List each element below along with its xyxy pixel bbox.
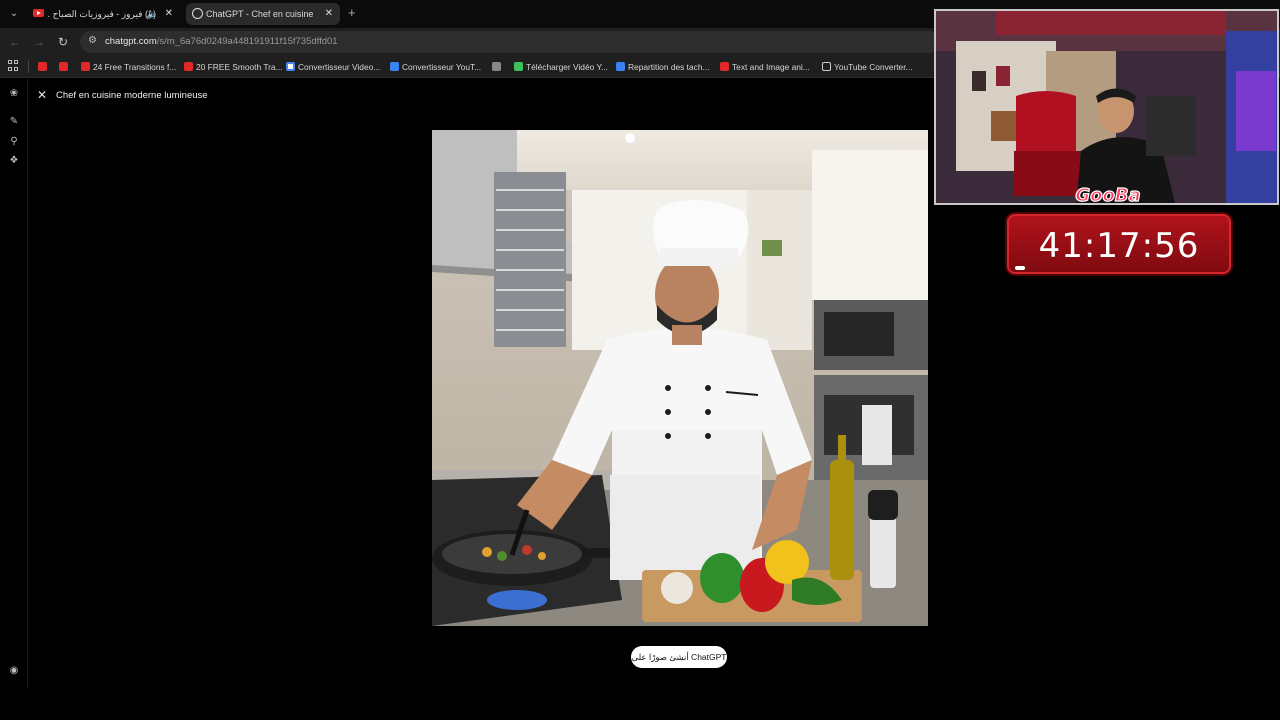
channel-logo: GooBa <box>1075 185 1140 205</box>
docs-icon <box>616 62 625 71</box>
bookmark-item[interactable]: 20 FREE Smooth Tra... <box>184 59 283 75</box>
youtube-icon <box>184 62 193 71</box>
streamer-room-illustration: GooBa <box>936 11 1277 205</box>
youtube-icon <box>720 62 729 71</box>
chatgpt-icon <box>192 8 203 19</box>
google-icon <box>286 62 295 71</box>
clock-icon <box>822 62 831 71</box>
close-viewer-icon[interactable]: ✕ <box>35 88 49 102</box>
divider <box>28 60 29 73</box>
bookmark-item[interactable]: YouTube Converter... <box>822 59 913 75</box>
bookmark-item[interactable] <box>492 59 504 75</box>
webcam-overlay: GooBa <box>934 9 1279 205</box>
image-title: Chef en cuisine moderne lumineuse <box>56 90 208 101</box>
tab-youtube[interactable]: (1) فيروز - فيروزيات الصباح ... 🔈 ✕ <box>28 3 180 25</box>
url-host: chatgpt.com <box>105 36 157 47</box>
bookmark-item[interactable]: Télécharger Vidéo Y... <box>514 59 608 75</box>
new-chat-icon[interactable]: ✎ <box>8 116 20 128</box>
bookmark-label: 20 FREE Smooth Tra... <box>196 62 283 72</box>
chatgpt-sidebar-rail: ❀ ✎ ⚲ ❖ ◉ <box>0 79 28 689</box>
youtube-icon <box>81 62 90 71</box>
create-images-button[interactable]: أنشئ صورًا على ChatGPT <box>631 646 727 668</box>
bookmark-label: YouTube Converter... <box>834 62 913 72</box>
url-text[interactable]: chatgpt.com/s/m_6a76d0249a448191911f15f7… <box>105 36 338 47</box>
tab-search-chevron-icon[interactable]: ⌄ <box>6 6 22 22</box>
bookmark-item[interactable] <box>38 59 50 75</box>
youtube-icon <box>38 62 47 71</box>
search-icon[interactable]: ⚲ <box>8 136 20 148</box>
tab-title: (1) فيروز - فيروزيات الصباح ... <box>48 9 156 19</box>
site-info-icon[interactable]: ⚙ <box>88 35 100 49</box>
generated-image <box>432 130 928 626</box>
tab-title: ChatGPT - Chef en cuisine mod <box>206 9 314 19</box>
timer-progress <box>1015 266 1025 270</box>
bookmark-item[interactable]: Convertisseur YouT... <box>390 59 481 75</box>
timer-value: 41:17:56 <box>1038 226 1200 266</box>
bookmark-label: 24 Free Transitions f... <box>93 62 177 72</box>
bookmark-item[interactable] <box>59 59 71 75</box>
account-avatar-icon[interactable]: ◉ <box>8 665 20 677</box>
new-tab-button[interactable]: + <box>348 5 356 20</box>
converter-icon <box>390 62 399 71</box>
forward-arrow-icon[interactable]: → <box>31 34 47 50</box>
bookmark-item[interactable]: 24 Free Transitions f... <box>81 59 176 75</box>
reload-icon[interactable]: ↻ <box>55 34 71 50</box>
url-path: /s/m_6a76d0249a448191911f15f735dffd01 <box>156 36 338 47</box>
bookmark-label: Convertisseur YouT... <box>402 62 482 72</box>
close-tab-icon[interactable]: ✕ <box>165 3 173 25</box>
stream-timer: 41:17:56 <box>1005 212 1233 276</box>
download-icon <box>514 62 523 71</box>
speaker-icon[interactable]: 🔈 <box>147 3 158 25</box>
bookmark-label: Text and Image ani... <box>732 62 810 72</box>
library-icon[interactable]: ❖ <box>8 155 20 167</box>
apps-grid-icon[interactable] <box>8 60 19 71</box>
chatgpt-logo-icon[interactable]: ❀ <box>8 88 20 100</box>
globe-icon <box>492 62 501 71</box>
close-tab-icon[interactable]: ✕ <box>325 3 333 25</box>
chef-kitchen-illustration <box>432 130 928 626</box>
bookmark-item[interactable]: Text and Image ani... <box>720 59 810 75</box>
youtube-icon <box>59 62 68 71</box>
bookmark-label: Convertisseur Video... <box>298 62 381 72</box>
back-arrow-icon[interactable]: ← <box>7 34 23 50</box>
tab-chatgpt[interactable]: ChatGPT - Chef en cuisine mod ✕ <box>186 3 340 25</box>
bookmark-item[interactable]: Repartition des tach... <box>616 59 709 75</box>
bookmark-label: Repartition des tach... <box>628 62 710 72</box>
address-bar[interactable]: ⚙ chatgpt.com/s/m_6a76d0249a448191911f15… <box>80 31 940 53</box>
bookmark-item[interactable]: Convertisseur Video... <box>286 59 380 75</box>
youtube-icon <box>33 9 44 17</box>
bookmark-label: Télécharger Vidéo Y... <box>526 62 608 72</box>
